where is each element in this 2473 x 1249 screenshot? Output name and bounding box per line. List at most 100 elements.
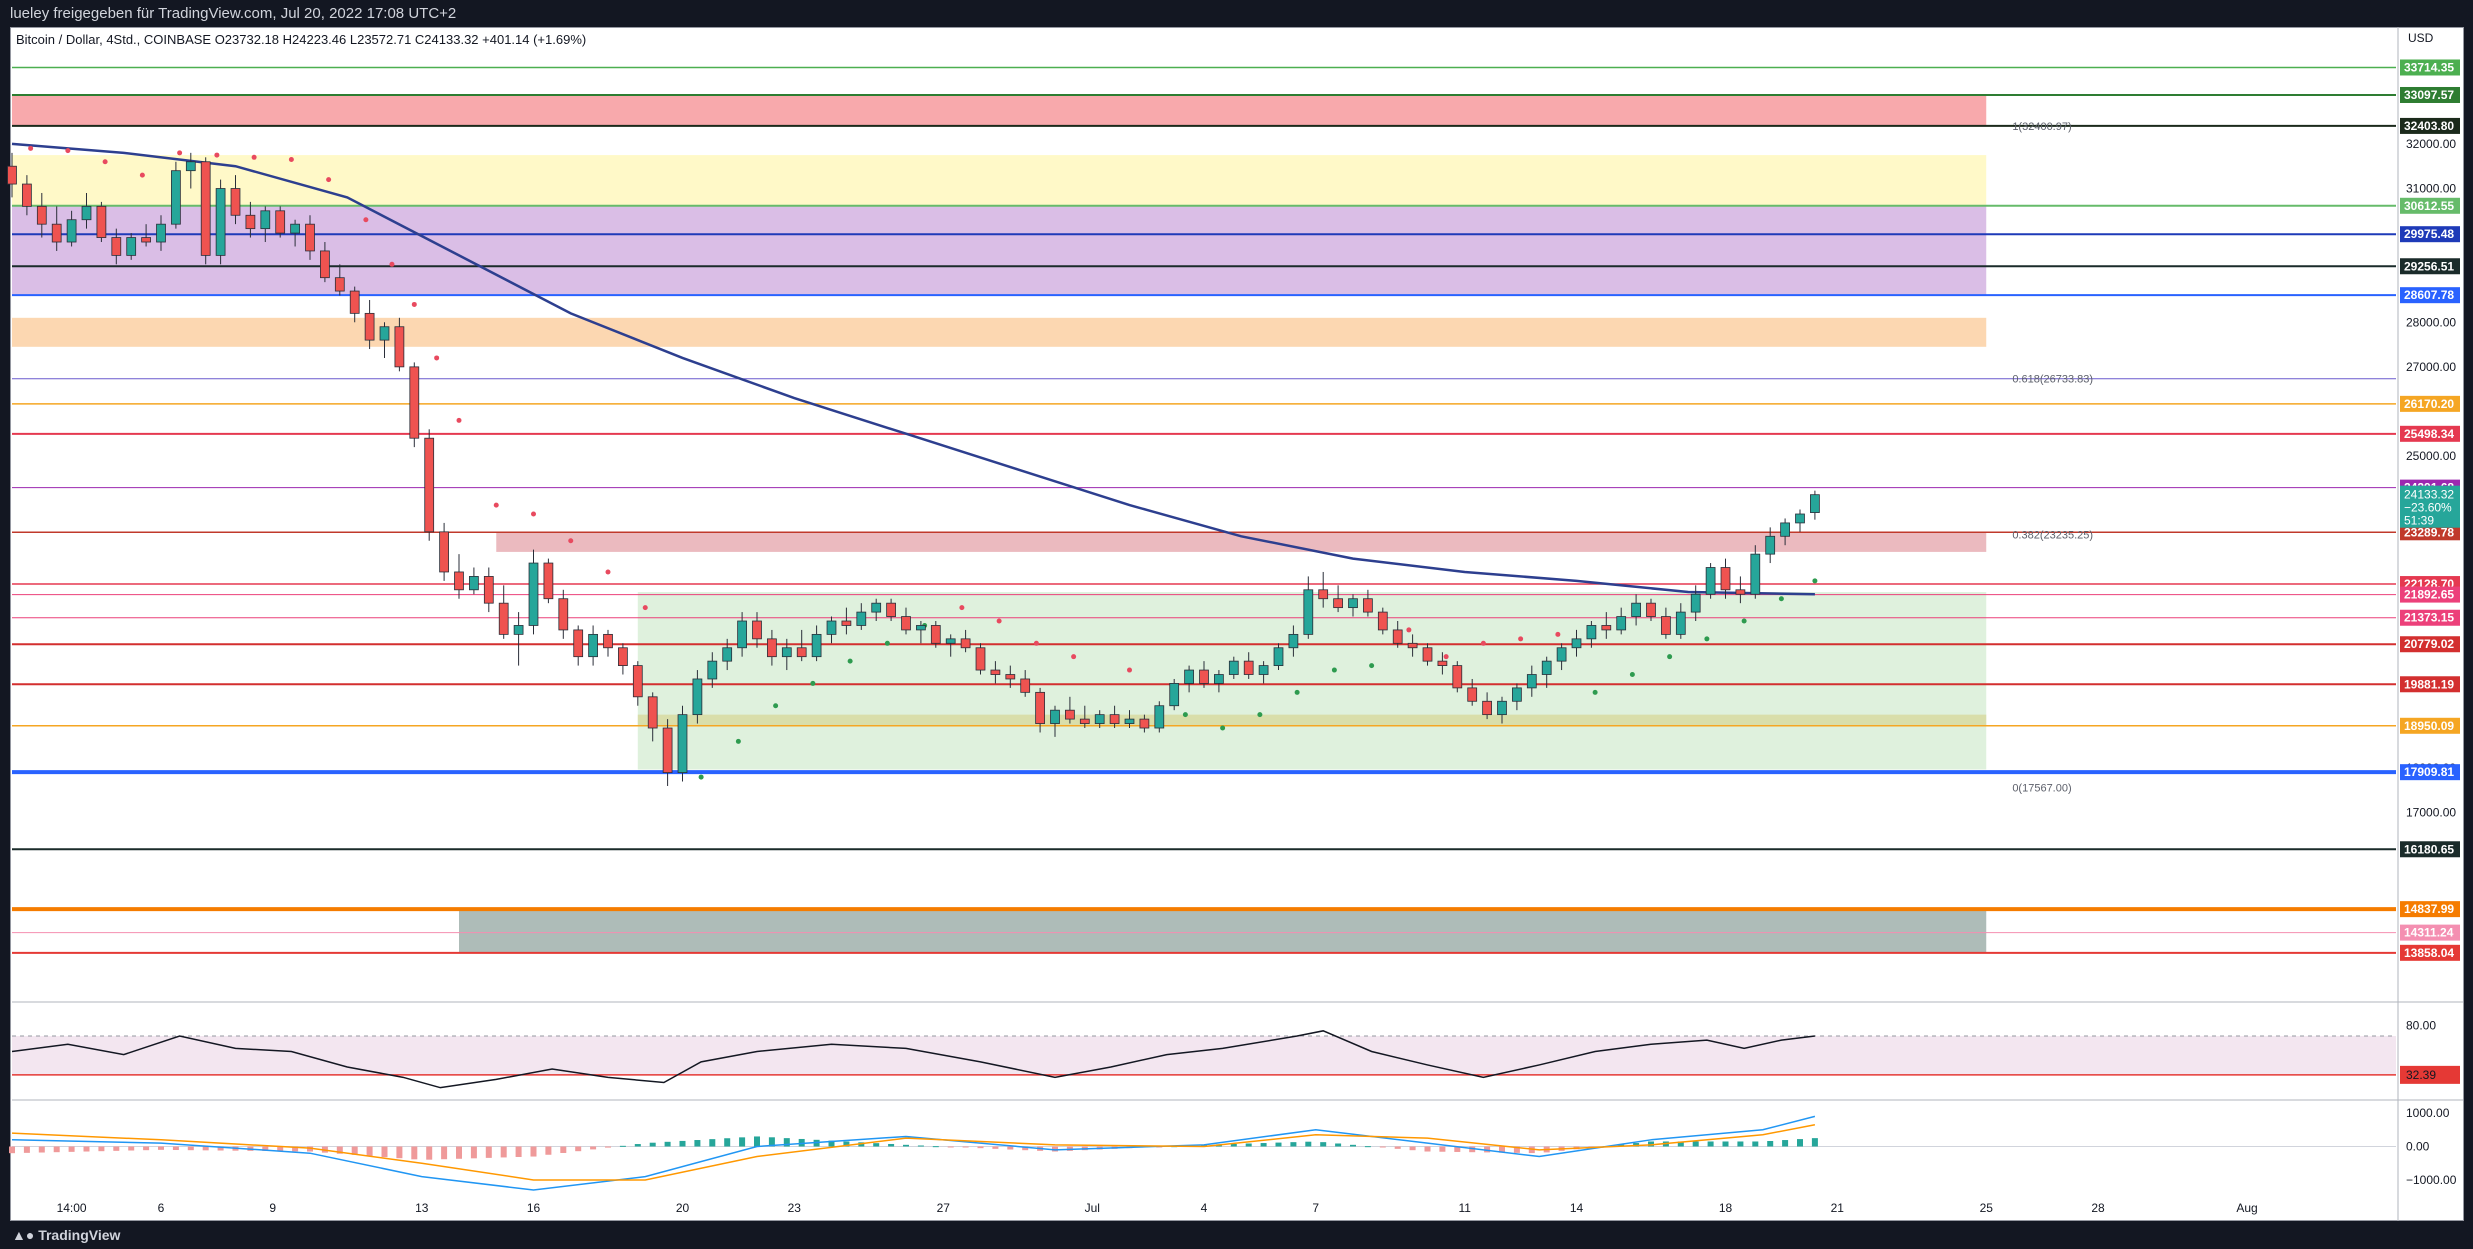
- candle-body: [1154, 705, 1165, 729]
- candle-body: [1169, 683, 1180, 707]
- currency-label: USD: [2408, 31, 2434, 45]
- candle-body: [901, 616, 911, 631]
- candle-body: [796, 647, 807, 658]
- macd-hist-bar: [23, 1146, 30, 1153]
- candle-body: [1184, 669, 1194, 684]
- candle-body: [1690, 593, 1701, 613]
- candle-body: [1079, 718, 1090, 724]
- candle-body: [1109, 714, 1120, 724]
- psar-dot: [1443, 654, 1449, 660]
- candle-body: [1288, 633, 1299, 649]
- candle-body: [1020, 678, 1031, 693]
- macd-hist-bar: [545, 1146, 552, 1155]
- candle-body: [156, 223, 166, 243]
- time-tick-label: 7: [1312, 1201, 1319, 1215]
- psar-dot: [1033, 640, 1039, 646]
- psar-dot: [531, 511, 536, 517]
- candle-body: [573, 629, 584, 658]
- psar-dot: [288, 157, 294, 163]
- macd-hist-bar: [1692, 1141, 1699, 1147]
- macd-hist-bar: [619, 1145, 626, 1147]
- candle-body: [409, 366, 420, 439]
- psar-dot: [1592, 689, 1598, 695]
- price-tag-label: 29975.48: [2404, 227, 2454, 241]
- macd-hist-bar: [1424, 1146, 1431, 1152]
- candle-body: [1646, 602, 1656, 617]
- candle-body: [1243, 660, 1254, 675]
- time-tick-label: 16: [527, 1201, 541, 1215]
- psar-dot: [568, 538, 574, 544]
- candle-body: [245, 214, 256, 230]
- candle-body: [1258, 665, 1269, 675]
- candle-body: [22, 183, 32, 207]
- candle-body: [1363, 598, 1373, 613]
- price-tag-label: 19881.19: [2404, 677, 2454, 691]
- candle-body: [1601, 625, 1612, 631]
- time-tick-label: Jul: [1085, 1201, 1100, 1215]
- psar-dot: [1741, 618, 1747, 624]
- candle-body: [305, 223, 315, 252]
- time-tick-label: 11: [1459, 1201, 1472, 1215]
- candle-body: [469, 576, 479, 591]
- candle-body: [1124, 718, 1135, 724]
- candle-body: [200, 161, 211, 256]
- price-tag-label: 30612.55: [2404, 199, 2454, 213]
- candle-body: [1482, 700, 1492, 716]
- macd-hist-bar: [1335, 1143, 1342, 1147]
- candle-body: [1571, 638, 1582, 649]
- macd-hist-bar: [128, 1146, 135, 1151]
- candle-body: [111, 237, 122, 256]
- macd-hist-bar: [1305, 1141, 1312, 1147]
- macd-hist-bar: [754, 1136, 760, 1147]
- candle-body: [1467, 687, 1478, 702]
- macd-hist-bar: [143, 1146, 150, 1151]
- macd-hist-bar: [53, 1146, 60, 1153]
- candle-body: [1735, 589, 1746, 595]
- candle-body: [662, 727, 673, 774]
- chart-canvas[interactable]: 1(32400.97) 0.618(26733.83) 0.382(23235.25…: [0, 0, 2473, 1226]
- psar-dot: [810, 680, 816, 686]
- price-tick-label: 27000.00: [2406, 360, 2456, 374]
- psar-dot: [1369, 663, 1375, 669]
- candle-body: [1526, 674, 1537, 689]
- macd-hist-bar: [903, 1144, 909, 1147]
- fib-layer: 1(32400.97) 0.618(26733.83) 0.382(23235.25…: [2012, 121, 2093, 794]
- macd-hist-bar: [426, 1146, 433, 1160]
- candle-body: [394, 326, 405, 368]
- macd-hist-bar: [694, 1140, 701, 1147]
- time-tick-label: 14: [1570, 1201, 1584, 1215]
- rsi-band: [12, 1036, 2396, 1075]
- candle-body: [1273, 647, 1284, 666]
- candle-body: [513, 625, 524, 635]
- candle-body: [1318, 589, 1329, 600]
- tradingview-logo[interactable]: ▲● TradingView: [12, 1227, 120, 1243]
- candle-body: [320, 250, 330, 279]
- candle-body: [692, 678, 703, 716]
- psar-dot: [139, 172, 145, 178]
- price-tag-label: 21373.15: [2404, 611, 2454, 625]
- macd-hist-bar: [83, 1146, 90, 1152]
- candle-body: [349, 290, 360, 314]
- candle-body: [945, 638, 956, 644]
- macd-hist-bar: [9, 1146, 15, 1154]
- psar-dot: [1704, 636, 1710, 642]
- candle-body: [1437, 660, 1448, 666]
- price-tag-label: 25498.34: [2404, 427, 2454, 441]
- tradingview-brand-text: TradingView: [38, 1227, 121, 1243]
- psar-dot: [735, 738, 741, 744]
- candle-body: [871, 602, 882, 613]
- zone-rect: [12, 155, 1987, 206]
- psar-dot: [493, 502, 499, 508]
- macd-hist-bar: [38, 1146, 45, 1153]
- candle-body: [1139, 718, 1150, 729]
- candle-body: [36, 205, 47, 225]
- candle-body: [1333, 598, 1343, 609]
- price-tick-label: 28000.00: [2406, 315, 2456, 329]
- candle-body: [543, 562, 554, 600]
- chart-svg[interactable]: 1(32400.97) 0.618(26733.83) 0.382(23235.25…: [0, 0, 2473, 1221]
- macd-hist-bar: [873, 1143, 880, 1147]
- candle-body: [603, 633, 613, 649]
- macd-hist-bar: [1737, 1141, 1744, 1147]
- candle-body: [424, 437, 435, 533]
- macd-hist-bar: [1007, 1146, 1014, 1150]
